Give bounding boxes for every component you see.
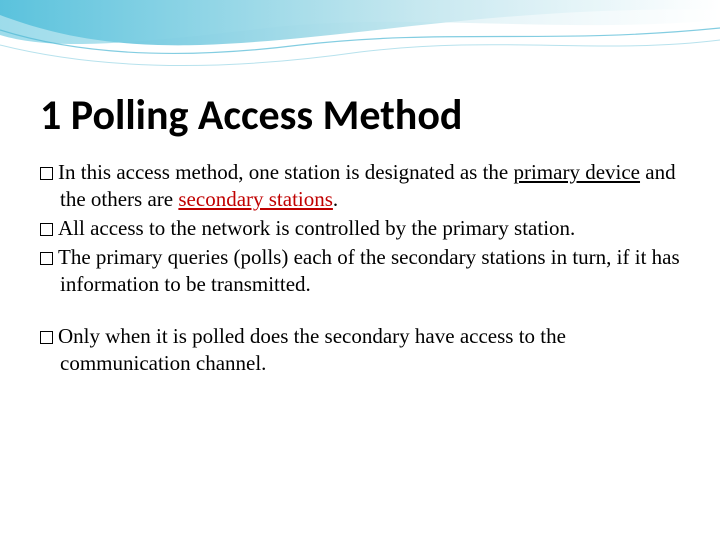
bullet-item-4: Only when it is polled does the secondar… [40,323,680,377]
text-fragment: In this access method, one station is de… [58,160,513,184]
underlined-term-secondary: secondary stations [178,187,333,211]
text-fragment: . [333,187,338,211]
slide-title: 1 Polling Access Method [40,90,680,141]
bullet-item-3: The primary queries (polls) each of the … [40,244,680,298]
bullet-text: The primary queries (polls) each of the … [58,245,680,296]
slide-content: 1 Polling Access Method In this access m… [0,0,720,377]
bullet-marker-icon [40,167,53,180]
bullet-list: In this access method, one station is de… [40,159,680,377]
bullet-item-2: All access to the network is controlled … [40,215,680,242]
bullet-text: In this access method, one station is de… [58,160,676,211]
bullet-marker-icon [40,252,53,265]
spacer [40,299,680,323]
bullet-text: Only when it is polled does the secondar… [58,324,566,375]
bullet-text: All access to the network is controlled … [58,216,575,240]
bullet-marker-icon [40,223,53,236]
underlined-term-primary: primary device [513,160,640,184]
bullet-marker-icon [40,331,53,344]
bullet-item-1: In this access method, one station is de… [40,159,680,213]
